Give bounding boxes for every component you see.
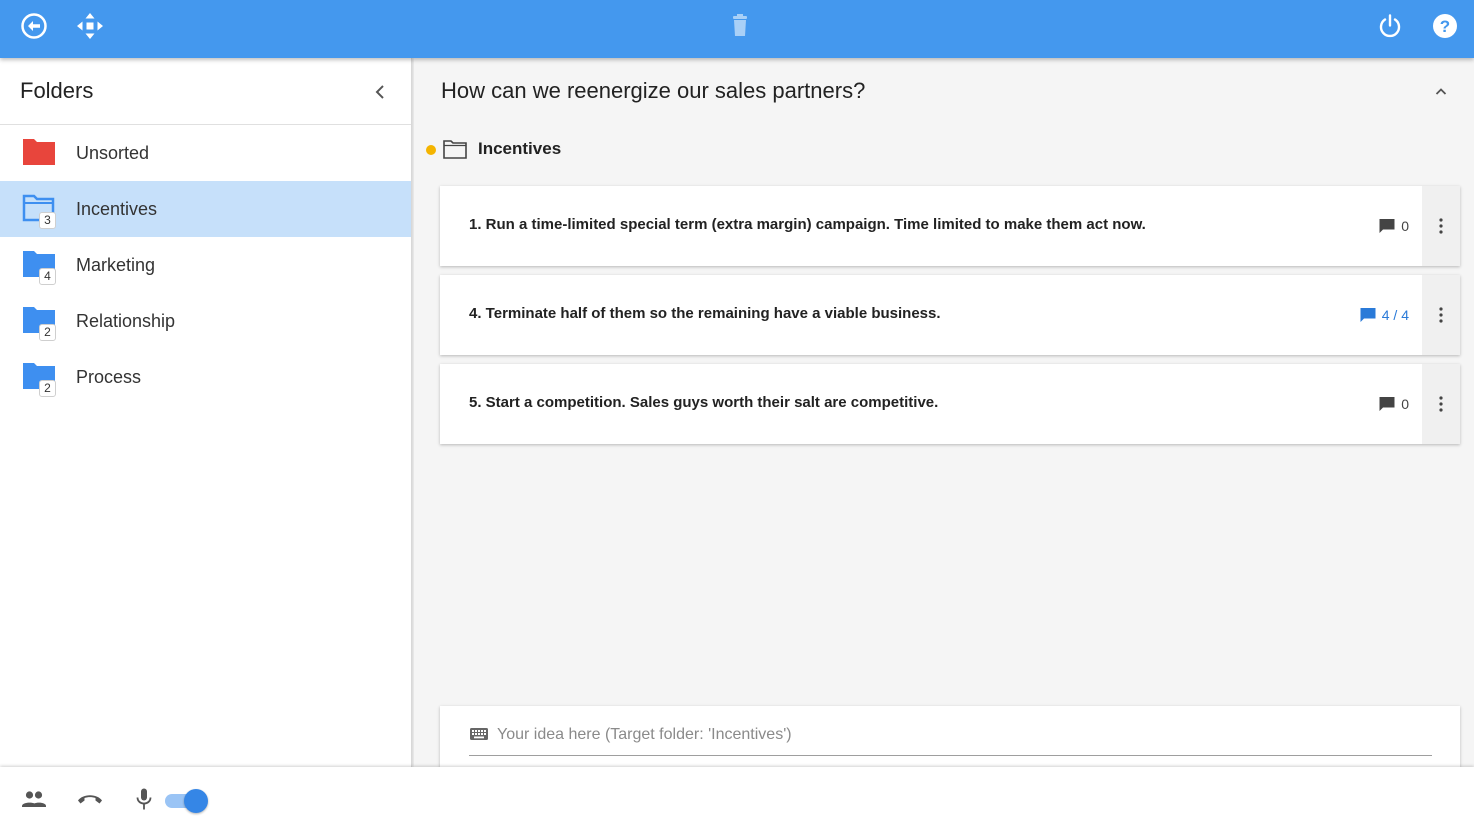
svg-text:?: ? — [1440, 17, 1450, 36]
phone-hangup-icon[interactable] — [76, 787, 104, 811]
more-vertical-icon — [1439, 396, 1443, 412]
idea-card[interactable]: 4. Terminate half of them so the remaini… — [440, 275, 1460, 355]
chevron-up-icon — [1435, 88, 1447, 95]
main-panel: How can we reenergize our sales partners… — [414, 58, 1474, 767]
idea-menu-button[interactable] — [1422, 364, 1460, 444]
folder-count-badge: 4 — [39, 268, 56, 285]
idea-menu-button[interactable] — [1422, 275, 1460, 355]
top-app-bar: ? — [0, 0, 1474, 58]
comment-count: 4 / 4 — [1381, 307, 1409, 323]
folder-item-incentives[interactable]: 3 Incentives — [0, 181, 411, 237]
comments-button[interactable]: 0 — [1378, 217, 1409, 235]
input-underline — [469, 755, 1432, 756]
comment-count: 0 — [1401, 396, 1409, 412]
back-circle-icon[interactable] — [19, 11, 49, 41]
more-vertical-icon — [1439, 218, 1443, 234]
help-icon[interactable]: ? — [1430, 11, 1460, 41]
folder-label: Unsorted — [76, 143, 150, 163]
chevron-left-icon — [375, 85, 384, 99]
folder-count-badge: 2 — [39, 380, 56, 397]
comment-count: 0 — [1401, 218, 1409, 234]
idea-text: 5. Start a competition. Sales guys worth… — [469, 394, 939, 411]
folder-count-badge: 2 — [39, 324, 56, 341]
idea-card[interactable]: 5. Start a competition. Sales guys worth… — [440, 364, 1460, 444]
folder-outline-icon — [443, 139, 467, 159]
microphone-toggle[interactable] — [165, 789, 208, 813]
microphone-icon[interactable] — [130, 787, 158, 811]
comment-icon — [1379, 219, 1395, 233]
keyboard-icon — [469, 726, 489, 742]
idea-text: 1. Run a time-limited special term (extr… — [469, 216, 1146, 233]
bottom-bar — [0, 767, 1474, 824]
new-idea-card — [440, 706, 1460, 767]
collapse-question-button[interactable] — [1429, 80, 1453, 104]
idea-input[interactable] — [497, 723, 1432, 747]
folder-item-unsorted[interactable]: Unsorted — [0, 125, 411, 181]
trash-icon[interactable] — [725, 11, 755, 41]
comment-icon — [1360, 308, 1376, 322]
status-dot — [426, 145, 436, 155]
comment-icon — [1379, 397, 1395, 411]
people-icon[interactable] — [20, 787, 48, 811]
sidebar-title: Folders — [20, 78, 94, 103]
idea-menu-button[interactable] — [1422, 186, 1460, 266]
folder-item-relationship[interactable]: 2 Relationship — [0, 293, 411, 349]
folder-item-process[interactable]: 2 Process — [0, 349, 411, 405]
comments-button[interactable]: 0 — [1378, 395, 1409, 413]
folder-list: Unsorted 3 Incentives 4 Marketing 2 Rela… — [0, 125, 411, 405]
folder-label: Process — [76, 367, 142, 387]
idea-card[interactable]: 1. Run a time-limited special term (extr… — [440, 186, 1460, 266]
folder-label: Incentives — [76, 199, 158, 219]
idea-text: 4. Terminate half of them so the remaini… — [469, 305, 941, 322]
sidebar-header: Folders — [0, 58, 411, 125]
power-icon[interactable] — [1375, 11, 1405, 41]
folder-item-marketing[interactable]: 4 Marketing — [0, 237, 411, 293]
more-vertical-icon — [1439, 307, 1443, 323]
folder-label: Relationship — [76, 311, 176, 331]
collapse-sidebar-button[interactable] — [368, 78, 392, 106]
folder-label: Marketing — [76, 255, 156, 275]
folder-red-icon — [22, 137, 56, 167]
move-arrows-icon[interactable] — [75, 11, 105, 41]
folder-group-header: Incentives — [426, 138, 826, 162]
question-title: How can we reenergize our sales partners… — [441, 78, 866, 103]
group-label: Incentives — [478, 139, 562, 158]
toggle-knob — [184, 789, 208, 813]
folders-sidebar: Folders Unsorted 3 Incentives 4 Marketin… — [0, 58, 412, 767]
folder-count-badge: 3 — [39, 212, 56, 229]
comments-button[interactable]: 4 / 4 — [1359, 306, 1409, 324]
